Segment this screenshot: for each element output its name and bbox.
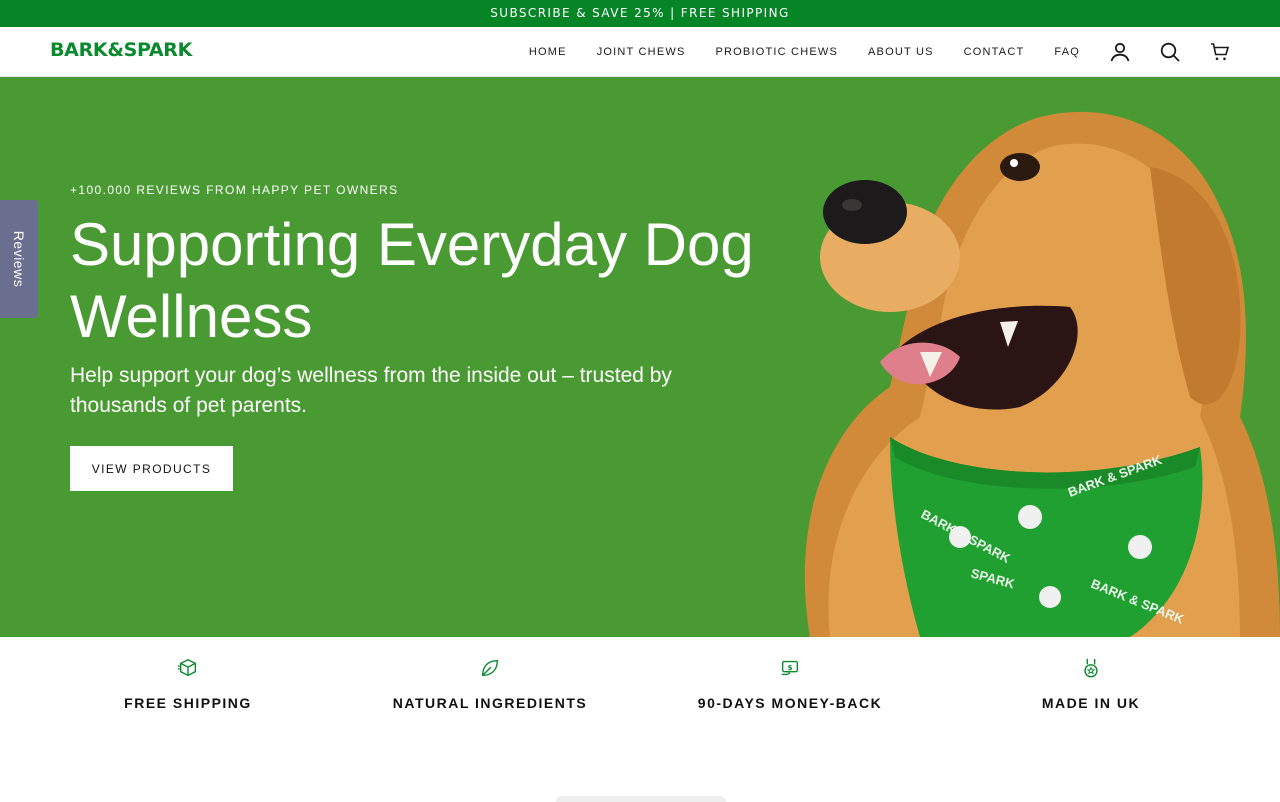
- site-header: BARK&SPARK HOME JOINT CHEWS PROBIOTIC CH…: [0, 27, 1280, 77]
- box-icon: [177, 658, 197, 677]
- feature-label: MADE IN UK: [1041, 695, 1141, 711]
- feature-label: FREE SHIPPING: [124, 695, 252, 711]
- hero-banner: +100.000 REVIEWS FROM HAPPY PET OWNERS S…: [0, 77, 1280, 637]
- features-bar: FREE SHIPPING NATURAL INGREDIENTS $ 90-D…: [0, 637, 1280, 800]
- main-nav: HOME JOINT CHEWS PROBIOTIC CHEWS ABOUT U…: [499, 27, 1080, 77]
- view-products-button[interactable]: VIEW PRODUCTS: [70, 446, 233, 491]
- account-icon[interactable]: [1108, 40, 1132, 64]
- nav-probiotic-chews[interactable]: PROBIOTIC CHEWS: [715, 46, 838, 58]
- nav-about-us[interactable]: ABOUT US: [868, 46, 934, 58]
- hero-title: Supporting Everyday Dog Wellness: [70, 211, 754, 350]
- nav-contact[interactable]: CONTACT: [964, 46, 1025, 58]
- medal-icon: [1084, 658, 1098, 678]
- reviews-side-tab[interactable]: Reviews: [0, 200, 38, 318]
- nav-faq[interactable]: FAQ: [1054, 46, 1080, 58]
- reviews-tab-label: Reviews: [11, 230, 27, 288]
- next-section-edge: [556, 796, 726, 802]
- svg-text:$: $: [787, 663, 792, 672]
- money-back-icon: $: [781, 660, 799, 676]
- cart-icon[interactable]: [1208, 40, 1232, 64]
- feature-label: 90-DAYS MONEY-BACK: [697, 695, 883, 711]
- hero-subtitle: Help support your dog’s wellness from th…: [70, 364, 672, 417]
- leaf-icon: [481, 659, 499, 677]
- announcement-text: SUBSCRIBE & SAVE 25% | FREE SHIPPING: [490, 6, 790, 20]
- nav-joint-chews[interactable]: JOINT CHEWS: [597, 46, 686, 58]
- hero-eyebrow: +100.000 REVIEWS FROM HAPPY PET OWNERS: [70, 183, 399, 197]
- nav-home[interactable]: HOME: [529, 46, 567, 58]
- feature-label: NATURAL INGREDIENTS: [392, 695, 588, 711]
- brand-logo[interactable]: BARK&SPARK: [50, 39, 192, 61]
- announcement-bar: SUBSCRIBE & SAVE 25% | FREE SHIPPING: [0, 0, 1280, 27]
- search-icon[interactable]: [1158, 40, 1182, 64]
- dog-photo: BARK & SPARK BARK & SPARK SPARK BARK & S…: [804, 111, 1280, 637]
